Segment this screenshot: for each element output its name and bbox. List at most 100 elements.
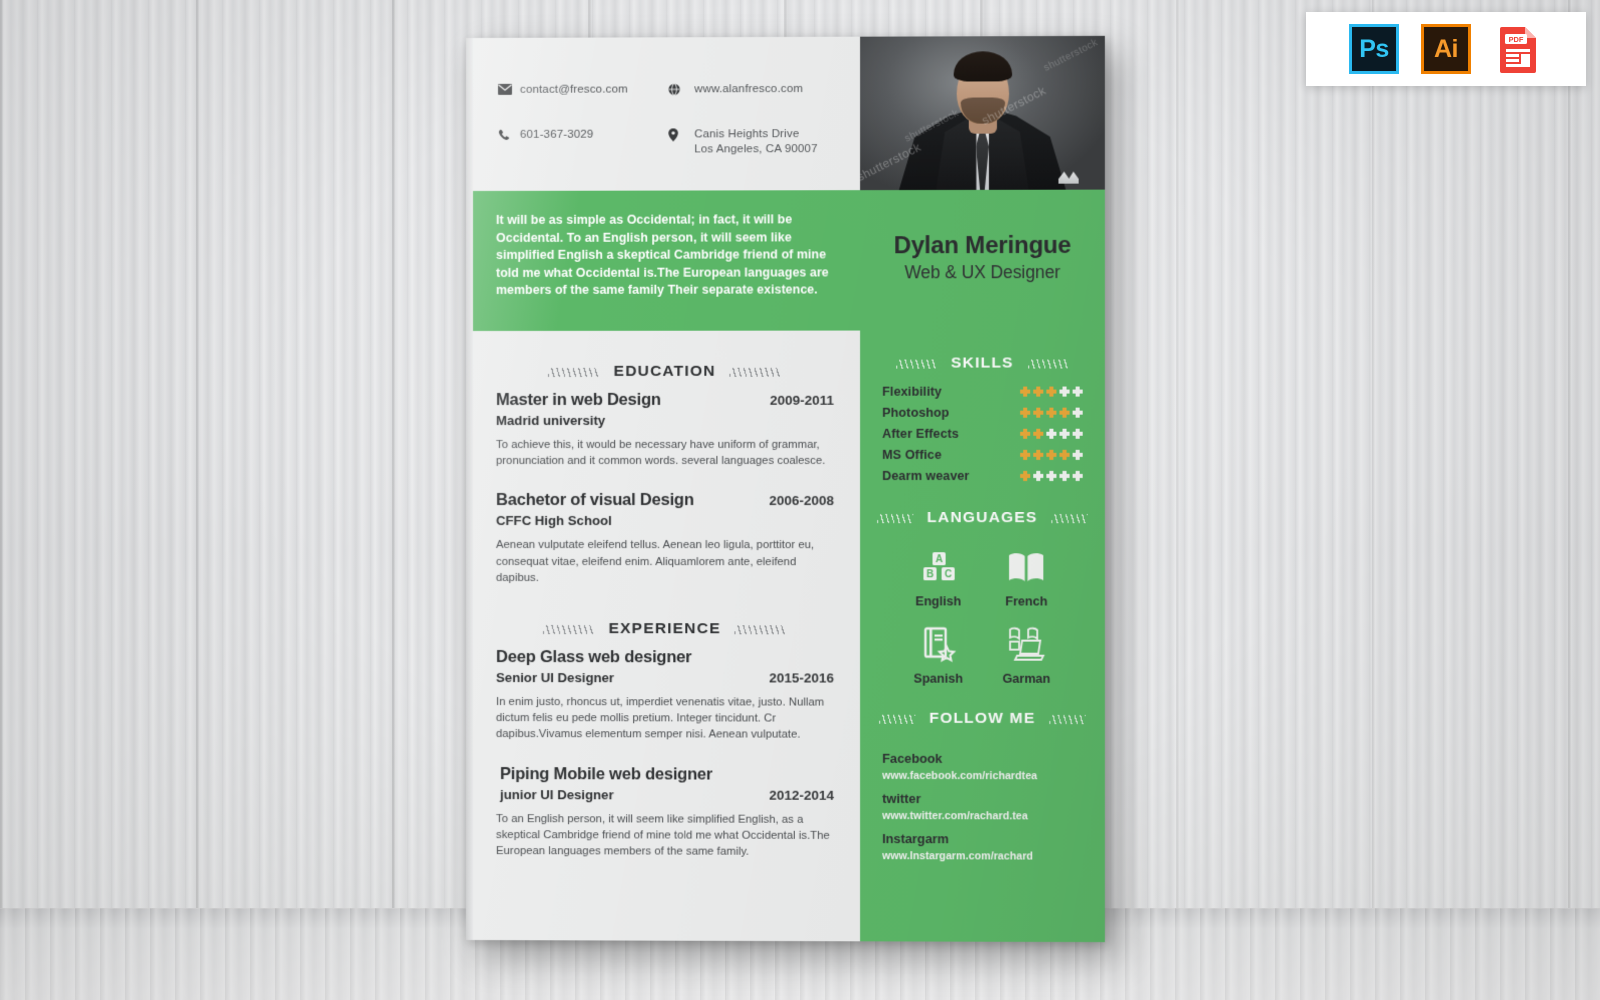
skills-heading: SKILLS [860, 354, 1105, 372]
email-icon [498, 83, 520, 95]
tick-marks-icon [729, 367, 783, 377]
experience-entry: Deep Glass web designer Senior UI Design… [496, 648, 834, 743]
rating-star-icon [1033, 471, 1043, 481]
phone-value[interactable]: 601-367-3029 [520, 127, 668, 142]
language-item: A B C English [915, 547, 961, 608]
rating-star-icon [1046, 429, 1056, 439]
follow-url[interactable]: www.facebook.com/richardtea [882, 770, 1082, 782]
skill-name: Flexibility [882, 384, 942, 399]
skill-rating [1020, 387, 1083, 397]
rating-star-icon [1073, 471, 1083, 481]
intro-paragraph: It will be as simple as Occidental; in f… [496, 212, 829, 298]
website-value[interactable]: www.alanfresco.com [694, 82, 860, 98]
rating-star-icon [1073, 450, 1083, 460]
name-block: Dylan Meringue Web & UX Designer [860, 189, 1105, 331]
follow-network: Instargarm [882, 831, 949, 847]
skill-row: After Effects [882, 427, 1082, 441]
svg-text:C: C [944, 570, 951, 581]
language-item: Spanish [913, 624, 963, 686]
rating-star-icon [1046, 450, 1056, 460]
skill-name: After Effects [882, 426, 959, 441]
experience-heading: EXPERIENCE [496, 620, 834, 638]
experience-entry-title: Deep Glass web designer [496, 648, 692, 667]
resume-document[interactable]: contact@fresco.com www.alanfresco.com 60… [466, 35, 1105, 943]
tick-marks-icon [1051, 513, 1089, 523]
rating-star-icon [1046, 408, 1056, 418]
tick-marks-icon [1049, 714, 1086, 724]
education-entry: Bachetor of visual Design 2006-2008 CFFC… [496, 491, 834, 586]
address-line-1: Canis Heights Drive [694, 128, 800, 141]
contact-block: contact@fresco.com www.alanfresco.com 60… [466, 37, 860, 191]
svg-text:PDF: PDF [1509, 35, 1524, 44]
language-label: Garman [1002, 671, 1051, 686]
page-left-edge [466, 37, 473, 941]
language-label: Spanish [913, 671, 963, 686]
experience-entry-date: 2015-2016 [769, 670, 834, 686]
tick-marks-icon [542, 624, 595, 634]
skill-name: Photoshop [882, 405, 950, 420]
tick-marks-icon [878, 714, 916, 724]
rating-star-icon [1020, 471, 1030, 481]
left-column: EDUCATION Master in web Design 2009-2011… [466, 330, 861, 942]
experience-entry: Piping Mobile web designer junior UI Des… [496, 765, 834, 861]
skill-row: Photoshop [882, 406, 1082, 420]
experience-entry-date: 2012-2014 [769, 787, 834, 803]
illustrator-badge-label: Ai [1434, 34, 1459, 63]
rating-star-icon [1059, 450, 1069, 460]
experience-entry-title: Piping Mobile web designer [500, 764, 713, 784]
profile-name: Dylan Meringue [893, 231, 1072, 260]
languages-heading: LANGUAGES [860, 509, 1105, 527]
illustrator-badge-icon: Ai [1421, 24, 1471, 74]
rating-star-icon [1046, 387, 1056, 397]
tick-marks-icon [734, 624, 788, 634]
photoshop-badge-label: Ps [1359, 34, 1389, 63]
follow-title: FOLLOW ME [929, 709, 1036, 727]
follow-url[interactable]: www.Instargarm.com/rachard [882, 850, 1082, 863]
rating-star-icon [1020, 429, 1030, 439]
rating-star-icon [1059, 387, 1069, 397]
rating-star-icon [1020, 408, 1030, 418]
profile-role: Web & UX Designer [904, 262, 1061, 283]
rating-star-icon [1020, 450, 1030, 460]
education-entry-title: Master in web Design [496, 390, 661, 409]
experience-entry-body: To an English person, it will seem like … [496, 812, 830, 858]
email-value[interactable]: contact@fresco.com [520, 82, 668, 97]
intro-band: It will be as simple as Occidental; in f… [466, 189, 1105, 331]
rating-star-icon [1046, 471, 1056, 481]
education-heading: EDUCATION [496, 363, 834, 381]
rating-star-icon [1033, 387, 1043, 397]
language-item: French [1005, 547, 1048, 609]
education-title: EDUCATION [613, 362, 716, 380]
phone-icon [498, 128, 520, 141]
rating-star-icon [1059, 471, 1069, 481]
education-entry-date: 2006-2008 [769, 493, 834, 509]
tick-marks-icon [876, 513, 913, 523]
tick-marks-icon [896, 359, 937, 369]
experience-entry-body: In enim justo, rhoncus ut, imperdiet ven… [496, 696, 825, 742]
rating-star-icon [1033, 450, 1043, 460]
rating-star-icon [1073, 408, 1083, 418]
education-entry-body: To achieve this, it would be necessary h… [496, 438, 826, 468]
address-value: Canis Heights Drive Los Angeles, CA 9000… [694, 127, 860, 157]
photoshop-badge-icon: Ps [1349, 24, 1399, 74]
experience-title: EXPERIENCE [608, 620, 721, 638]
education-entry-sub: CFFC High School [496, 513, 612, 529]
follow-item: twitter www.twitter.com/rachard.tea [882, 791, 1082, 823]
experience-entry-sub: Senior UI Designer [496, 670, 615, 686]
rating-star-icon [1073, 387, 1083, 397]
pdf-badge-icon: PDF [1493, 24, 1543, 74]
skill-row: Flexibility [882, 385, 1082, 399]
rating-star-icon [1033, 429, 1043, 439]
book-star-icon [917, 624, 959, 664]
rating-star-icon [1059, 408, 1069, 418]
svg-text:B: B [926, 570, 933, 581]
education-entry-body: Aenean vulputate eleifend tellus. Aenean… [496, 539, 815, 584]
rating-star-icon [1073, 429, 1083, 439]
follow-item: Instargarm www.Instargarm.com/rachard [882, 831, 1082, 863]
language-item: Garman [1002, 625, 1050, 686]
skill-row: Dearm weaver [882, 469, 1082, 483]
follow-url[interactable]: www.twitter.com/rachard.tea [882, 810, 1082, 823]
follow-network: Facebook [882, 750, 943, 766]
intro-text-block: It will be as simple as Occidental; in f… [466, 190, 861, 331]
abc-blocks-icon: A B C [917, 547, 959, 587]
